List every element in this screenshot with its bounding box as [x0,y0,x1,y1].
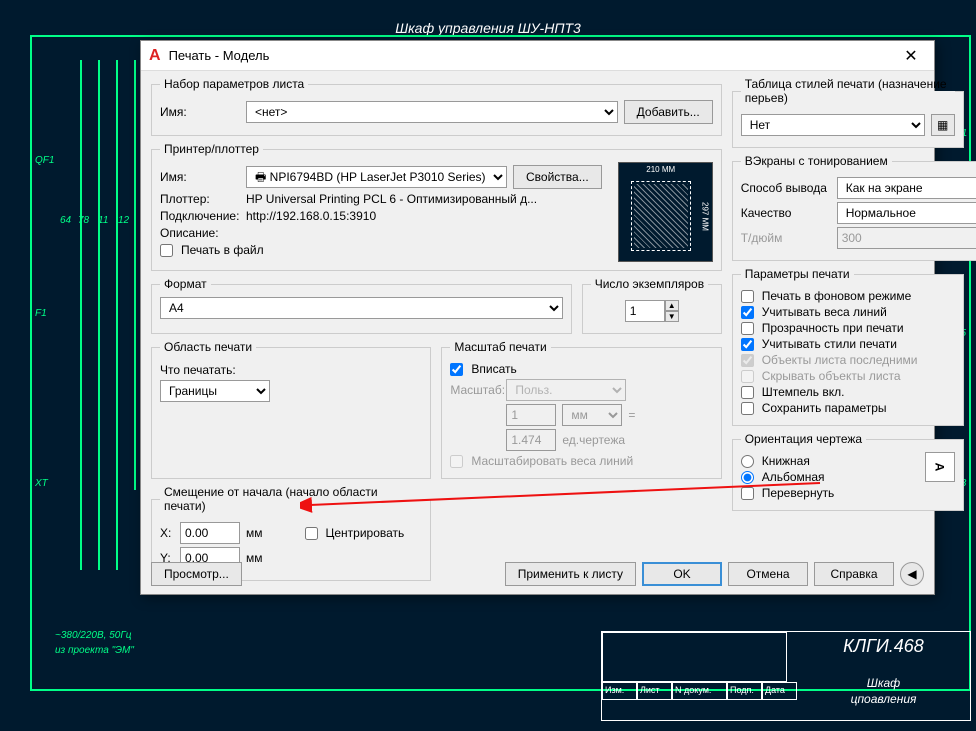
preview-width-label: 210 MM [631,165,691,174]
cad-num-11: 11 [98,215,108,226]
plot-styles-group: Таблица стилей печати (назначение перьев… [732,77,964,148]
copies-spinner[interactable]: ▲▼ [625,300,679,322]
shade-method-select[interactable]: Как на экране [837,177,976,199]
paper-preview: 210 MM 297 MM [618,162,713,262]
description-label: Описание: [160,226,240,240]
print-options-legend: Параметры печати [741,267,854,281]
orientation-landscape-radio[interactable]: Альбомная [741,470,917,484]
print-area-group: Область печати Что печатать: Границы [151,340,431,479]
copies-up-icon[interactable]: ▲ [665,300,679,311]
scale-label: Масштаб: [450,383,500,397]
print-to-file-checkbox[interactable]: Печать в файл [160,243,602,257]
orientation-preview-icon: A [925,452,955,482]
shade-method-label: Способ вывода [741,181,831,195]
quality-label: Качество [741,206,831,220]
viewport-group: ВЭкраны с тонированием Способ вывода Как… [732,154,976,261]
page-setup-legend: Набор параметров листа [160,77,308,91]
cad-project-ref: из проекта "ЭМ" [55,645,134,656]
cad-num-78: 78 [78,215,89,226]
cad-label-xt: XT [35,478,48,489]
offset-x-label: X: [160,526,174,540]
cad-drawing-title: Шкаф управления ШУ-НПТ3 [0,20,976,36]
cad-label-qf1: QF1 [35,155,54,166]
offset-x-unit: мм [246,526,263,540]
copies-legend: Число экземпляров [591,277,708,291]
pageset-name-label: Имя: [160,105,240,119]
app-logo-icon: A [149,47,161,65]
printer-group: Принтер/плоттер Имя: 🖶 NPI6794BD (HP Las… [151,142,722,271]
preview-height-label: 297 MM [701,181,710,251]
scale-numerator-input [506,404,556,426]
opt-save-checkbox[interactable]: Сохранить параметры [741,401,955,415]
fit-checkbox[interactable]: Вписать [450,362,712,376]
print-options-group: Параметры печати Печать в фоновом режиме… [732,267,964,426]
connection-label: Подключение: [160,209,240,223]
viewport-legend: ВЭкраны с тонированием [741,154,892,168]
quality-select[interactable]: Нормальное [837,202,976,224]
scale-group: Масштаб печати Вписать Масштаб: Польз. м… [441,340,721,479]
copies-input[interactable] [625,300,665,322]
printer-properties-button[interactable]: Свойства... [513,165,602,189]
format-legend: Формат [160,277,211,291]
what-print-label: Что печатать: [160,363,236,377]
cad-num-12: 12 [118,215,129,226]
apply-to-layout-button[interactable]: Применить к листу [505,562,636,586]
preview-button[interactable]: Просмотр... [151,562,242,586]
orientation-upside-checkbox[interactable]: Перевернуть [741,486,917,500]
plot-styles-legend: Таблица стилей печати (назначение перьев… [741,77,955,105]
plot-style-select[interactable]: Нет [741,114,925,136]
page-setup-group: Набор параметров листа Имя: <нет> Добави… [151,77,722,136]
opt-plot-styles-checkbox[interactable]: Учитывать стили печати [741,337,955,351]
orientation-legend: Ориентация чертежа [741,432,866,446]
opt-hide-objects-checkbox: Скрывать объекты листа [741,369,955,383]
printer-name-select[interactable]: 🖶 NPI6794BD (HP LaserJet P3010 Series) [246,166,507,188]
offset-x-input[interactable] [180,522,240,544]
plot-style-edit-icon[interactable]: ▦ [931,114,955,136]
opt-background-checkbox[interactable]: Печать в фоновом режиме [741,289,955,303]
format-select[interactable]: A4 [160,297,563,319]
format-group: Формат A4 [151,277,572,334]
pageset-add-button[interactable]: Добавить... [624,100,713,124]
copies-down-icon[interactable]: ▼ [665,311,679,322]
cad-label-f1: F1 [35,308,47,319]
center-checkbox[interactable]: Центрировать [305,526,405,540]
plotter-label: Плоттер: [160,192,240,206]
copies-group: Число экземпляров ▲▼ [582,277,722,334]
cad-voltage: ~380/220В, 50Гц [55,630,132,641]
cancel-button[interactable]: Отмена [728,562,808,586]
orientation-group: Ориентация чертежа Книжная Альбомная Пер… [732,432,964,511]
printer-name-label: Имя: [160,170,240,184]
drawing-units-label: ед.чертежа [562,433,625,447]
opt-lineweights-checkbox[interactable]: Учитывать веса линий [741,305,955,319]
printer-legend: Принтер/плоттер [160,142,263,156]
help-button[interactable]: Справка [814,562,894,586]
dpi-input [837,227,976,249]
expand-dialog-icon[interactable]: ◀ [900,562,924,586]
opt-stamp-checkbox[interactable]: Штемпель вкл. [741,385,955,399]
print-dialog: A Печать - Модель ✕ Набор параметров лис… [140,40,935,595]
opt-transparency-checkbox[interactable]: Прозрачность при печати [741,321,955,335]
connection-value: http://192.168.0.15:3910 [246,209,376,223]
what-print-select[interactable]: Границы [160,380,270,402]
scale-unit-select[interactable]: мм [562,404,622,426]
scale-select: Польз. [506,379,626,401]
scale-lineweights-checkbox: Масштабировать веса линий [450,454,712,468]
cad-num-64: 64 [60,215,71,226]
scale-legend: Масштаб печати [450,340,550,354]
scale-denominator-input [506,429,556,451]
orientation-portrait-radio[interactable]: Книжная [741,454,917,468]
scale-equals: = [628,408,635,422]
print-area-legend: Область печати [160,340,256,354]
plotter-value: HP Universal Printing PCL 6 - Оптимизиро… [246,192,537,206]
opt-paperspace-last-checkbox: Объекты листа последними [741,353,955,367]
cad-title-block: Изм. Лист N докум. Подп. Дата КЛГИ.468 Ш… [601,631,971,721]
close-icon[interactable]: ✕ [896,46,926,66]
pageset-name-select[interactable]: <нет> [246,101,618,123]
dialog-titlebar[interactable]: A Печать - Модель ✕ [141,41,934,71]
dpi-label: Т/дюйм [741,231,831,245]
ok-button[interactable]: OK [642,562,722,586]
offset-legend: Смещение от начала (начало области печат… [160,485,422,513]
dialog-title: Печать - Модель [169,48,896,63]
